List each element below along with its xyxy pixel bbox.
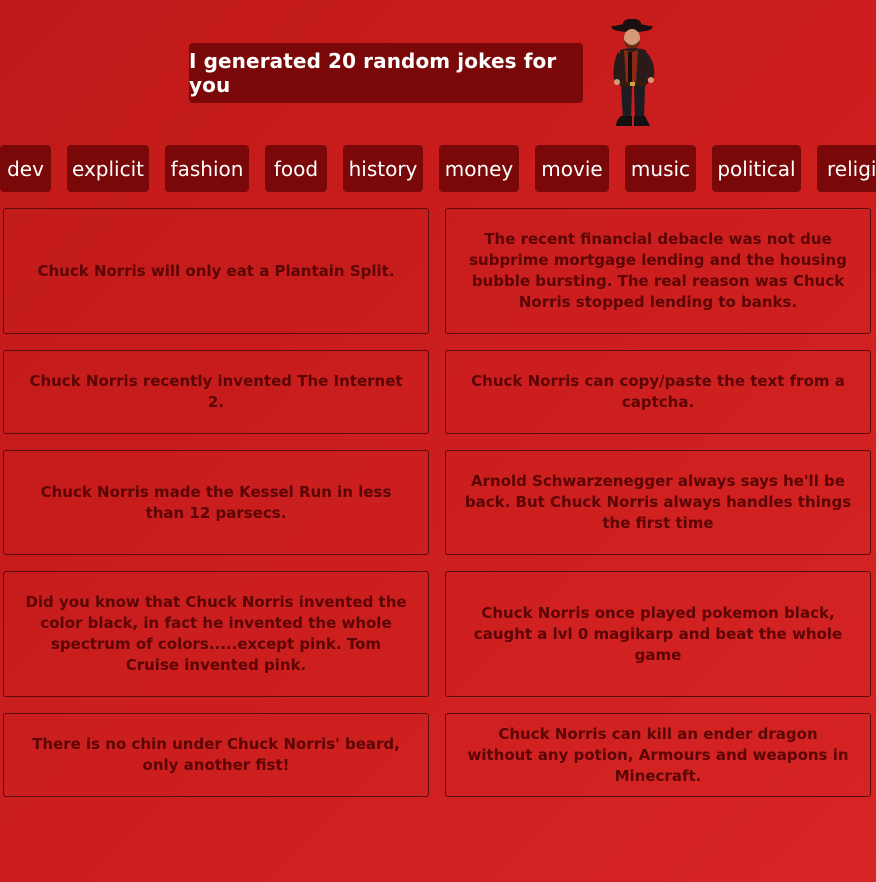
joke-text: Chuck Norris can copy/paste the text fro…	[471, 372, 845, 411]
joke-text: Chuck Norris once played pokemon black, …	[473, 603, 843, 664]
joke-card: Chuck Norris will only eat a Plantain Sp…	[3, 208, 429, 334]
category-label: fashion	[170, 156, 244, 181]
category-label: music	[630, 156, 691, 181]
joke-text: Chuck Norris will only eat a Plantain Sp…	[37, 261, 395, 280]
category-dev-button[interactable]: dev	[0, 145, 51, 192]
joke-text: There is no chin under Chuck Norris' bea…	[32, 735, 400, 774]
joke-card: The recent financial debacle was not due…	[445, 208, 871, 334]
joke-card: Chuck Norris can copy/paste the text fro…	[445, 350, 871, 434]
joke-text: Chuck Norris recently invented The Inter…	[29, 372, 403, 411]
category-label: money	[444, 156, 514, 181]
category-label: political	[717, 156, 796, 181]
category-fashion-button[interactable]: fashion	[165, 145, 249, 192]
category-political-button[interactable]: political	[712, 145, 801, 192]
joke-text: Did you know that Chuck Norris invented …	[25, 593, 407, 674]
category-religion-button[interactable]: religion	[817, 145, 876, 192]
joke-card: Chuck Norris made the Kessel Run in less…	[3, 450, 429, 555]
category-history-button[interactable]: history	[343, 145, 423, 192]
joke-card: Chuck Norris can kill an ender dragon wi…	[445, 713, 871, 797]
category-label: religion	[827, 156, 876, 181]
category-label: food	[273, 156, 319, 181]
category-label: movie	[541, 156, 603, 181]
joke-card: Chuck Norris once played pokemon black, …	[445, 571, 871, 697]
cowboy-chuck-norris-icon	[611, 18, 655, 126]
category-music-button[interactable]: music	[625, 145, 696, 192]
category-label: explicit	[72, 156, 144, 181]
joke-card: There is no chin under Chuck Norris' bea…	[3, 713, 429, 797]
joke-card: Did you know that Chuck Norris invented …	[3, 571, 429, 697]
joke-card: Arnold Schwarzenegger always says he'll …	[445, 450, 871, 555]
joke-text: The recent financial debacle was not due…	[469, 230, 847, 311]
category-label: history	[348, 156, 418, 181]
category-bar: dev explicit fashion food history money …	[0, 145, 876, 192]
category-food-button[interactable]: food	[265, 145, 327, 192]
category-label: dev	[7, 156, 44, 181]
joke-text: Chuck Norris made the Kessel Run in less…	[40, 482, 392, 522]
category-explicit-button[interactable]: explicit	[67, 145, 149, 192]
page-title: I generated 20 random jokes for you	[189, 43, 583, 103]
category-movie-button[interactable]: movie	[535, 145, 609, 192]
joke-text: Chuck Norris can kill an ender dragon wi…	[467, 724, 849, 785]
category-money-button[interactable]: money	[439, 145, 519, 192]
joke-text: Arnold Schwarzenegger always says he'll …	[464, 472, 852, 532]
joke-card: Chuck Norris recently invented The Inter…	[3, 350, 429, 434]
page-title-text: I generated 20 random jokes for you	[189, 49, 557, 97]
